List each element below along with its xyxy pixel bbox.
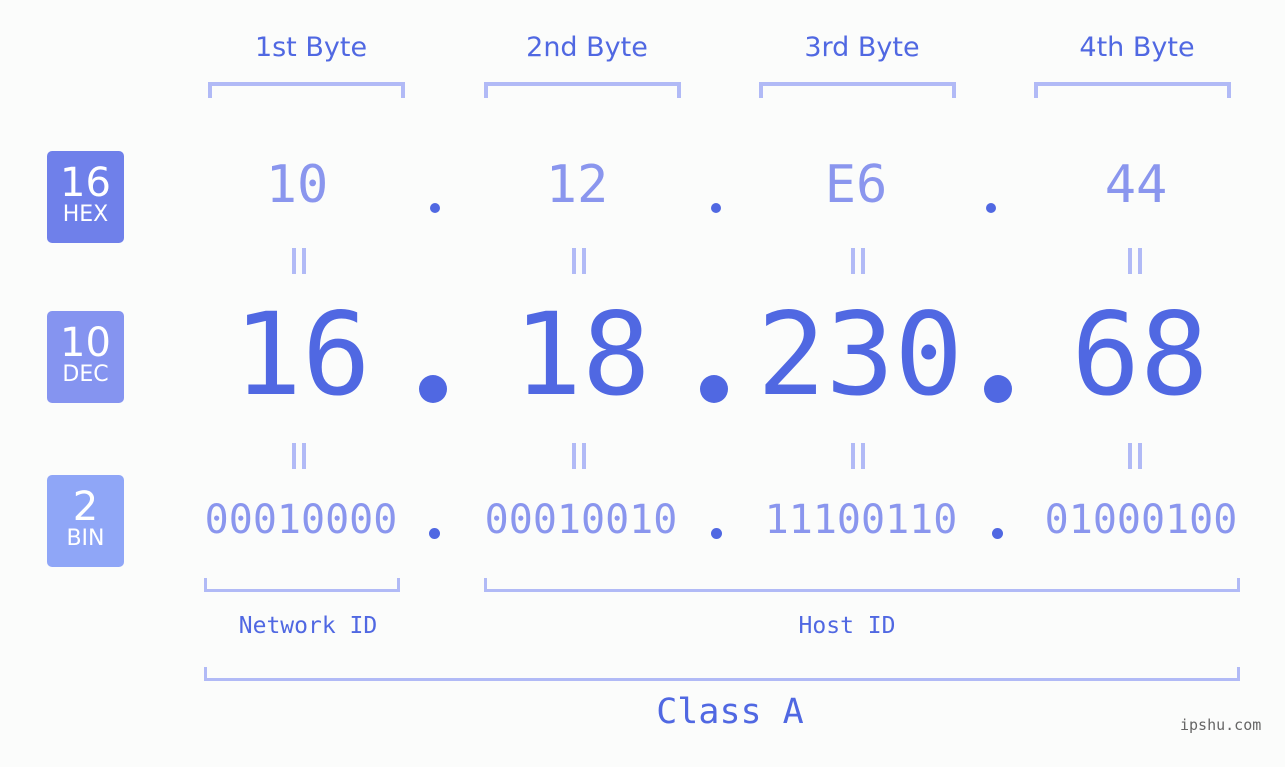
equals-icon (292, 443, 306, 469)
bin-badge-number: 2 (72, 484, 99, 530)
bin-dot-2 (711, 528, 722, 539)
hex-badge-number: 16 (60, 160, 111, 206)
bin-byte-1: 00010000 (204, 497, 398, 543)
host-id-bracket (484, 578, 1240, 592)
bin-badge-label: BIN (66, 526, 105, 551)
hex-dot-1 (430, 203, 440, 213)
hex-byte-3: E6 (824, 155, 888, 215)
hex-byte-4: 44 (1104, 155, 1168, 215)
bin-dot-1 (429, 528, 440, 539)
bin-dot-3 (992, 528, 1003, 539)
equals-icon (572, 248, 586, 274)
dec-badge: 10 DEC (47, 311, 124, 403)
bin-badge: 2 BIN (47, 475, 124, 567)
hex-badge-label: HEX (62, 202, 109, 227)
byte-header-4: 4th Byte (1079, 32, 1195, 63)
dec-byte-1: 16 (233, 288, 371, 421)
dec-byte-2: 18 (513, 288, 651, 421)
byte-bracket-2 (484, 82, 681, 98)
equals-icon (1128, 443, 1142, 469)
byte-bracket-3 (759, 82, 956, 98)
dec-badge-number: 10 (60, 320, 111, 366)
equals-icon (572, 443, 586, 469)
dec-byte-3: 230 (757, 288, 963, 421)
byte-header-2: 2nd Byte (526, 32, 648, 63)
byte-header-1: 1st Byte (254, 32, 368, 63)
network-id-label: Network ID (238, 613, 378, 639)
hex-dot-2 (711, 203, 721, 213)
hex-byte-1: 10 (265, 155, 329, 215)
byte-bracket-1 (208, 82, 405, 98)
equals-icon (1128, 248, 1142, 274)
hex-badge: 16 HEX (47, 151, 124, 243)
dec-dot-2 (700, 375, 728, 403)
dec-byte-4: 68 (1071, 288, 1209, 421)
dec-dot-3 (984, 375, 1012, 403)
class-label: Class A (656, 692, 804, 732)
dec-badge-label: DEC (62, 362, 109, 387)
watermark: ipshu.com (1180, 716, 1262, 734)
bin-byte-4: 01000100 (1044, 497, 1238, 543)
network-id-bracket (204, 578, 400, 592)
hex-dot-3 (986, 203, 996, 213)
bin-byte-3: 11100110 (764, 497, 958, 543)
bin-byte-2: 00010010 (484, 497, 678, 543)
class-bracket (204, 667, 1240, 681)
equals-icon (851, 248, 865, 274)
host-id-label: Host ID (798, 613, 896, 639)
byte-bracket-4 (1034, 82, 1231, 98)
hex-byte-2: 12 (545, 155, 609, 215)
byte-header-3: 3rd Byte (804, 32, 920, 63)
dec-dot-1 (419, 375, 447, 403)
equals-icon (851, 443, 865, 469)
equals-icon (292, 248, 306, 274)
